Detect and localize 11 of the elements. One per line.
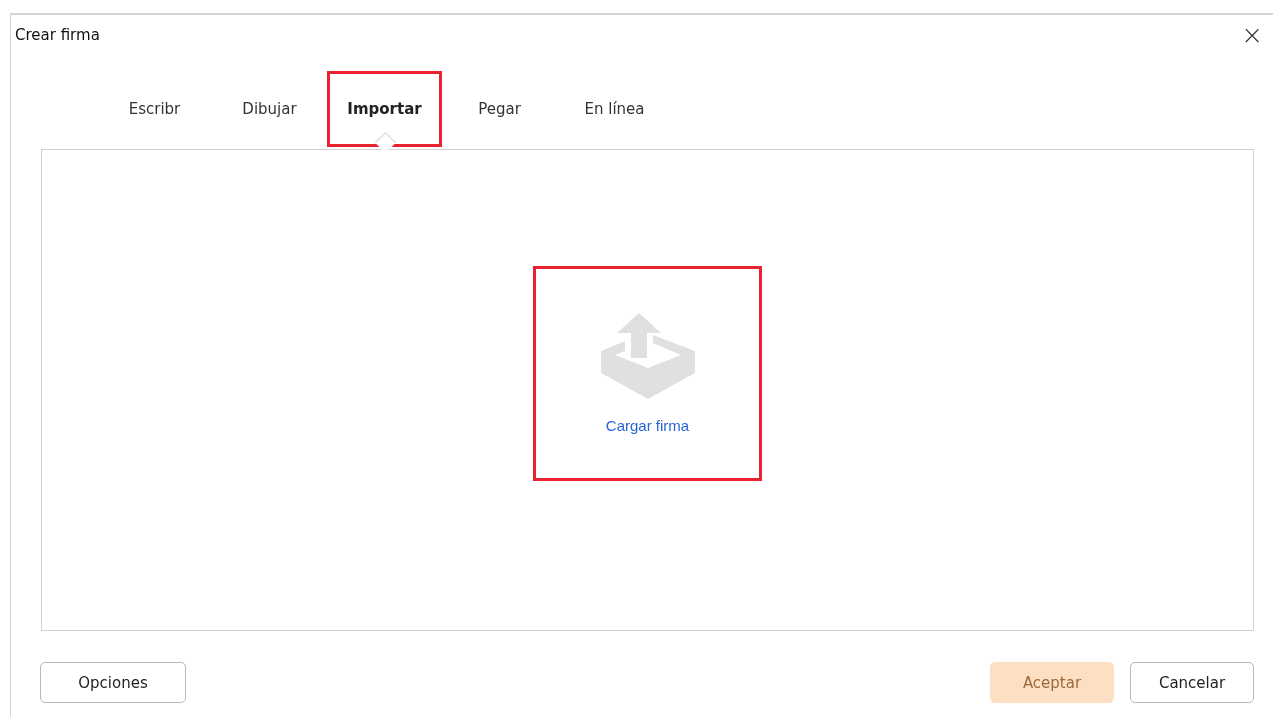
tab[interactable]: Escribr (97, 71, 212, 147)
upload-icon (600, 312, 695, 399)
tab[interactable]: Pegar (442, 71, 557, 147)
dialog-button[interactable]: Cancelar (1130, 662, 1254, 703)
tab[interactable]: En línea (557, 71, 672, 147)
upload-area[interactable]: Cargar firma (533, 265, 762, 481)
window-title: Crear firma (15, 26, 100, 44)
dialog-button[interactable]: Opciones (40, 662, 186, 703)
close-button[interactable]: × (1237, 24, 1267, 46)
tab[interactable]: Dibujar (212, 71, 327, 147)
upload-link[interactable]: Cargar firma (605, 416, 690, 434)
